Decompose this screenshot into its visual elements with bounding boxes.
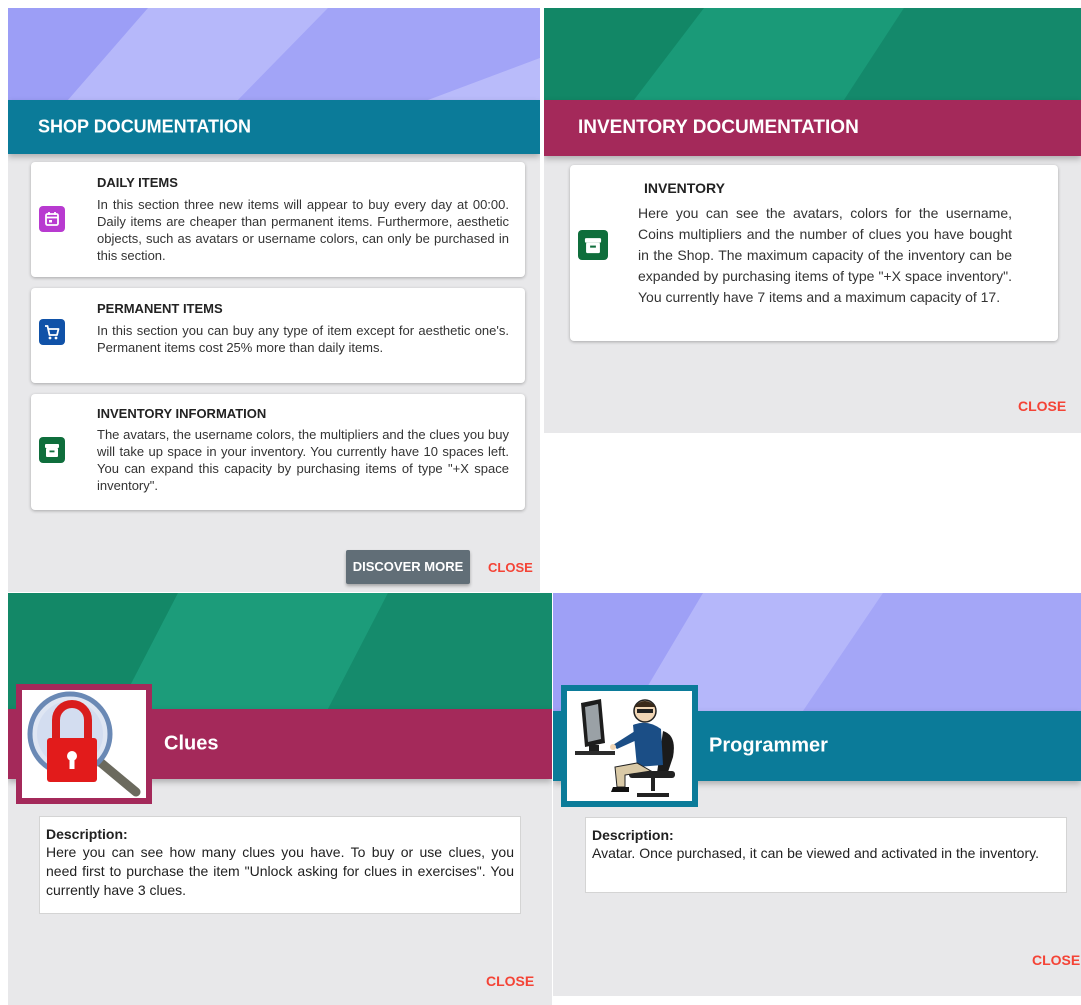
archive-box-icon — [39, 437, 65, 463]
inventory-header-bar: INVENTORY DOCUMENTATION — [544, 100, 1081, 156]
shopping-cart-icon — [39, 319, 65, 345]
description-box: Description: Here you can see how many c… — [39, 816, 521, 914]
inventory-documentation-dialog: INVENTORY DOCUMENTATION INVENTORY Here y… — [544, 8, 1081, 433]
shop-header-bar: SHOP DOCUMENTATION — [8, 100, 540, 154]
description-box: Description: Avatar. Once purchased, it … — [585, 817, 1067, 893]
card-description: In this section three new items will app… — [97, 197, 509, 263]
page-title: SHOP DOCUMENTATION — [38, 116, 252, 137]
close-button[interactable]: CLOSE — [1032, 952, 1080, 968]
permanent-items-card: PERMANENT ITEMS In this section you can … — [31, 288, 525, 383]
description-text: Here you can see how many clues you have… — [46, 844, 514, 898]
item-title: Programmer — [709, 734, 828, 757]
padlock-magnifier-icon — [22, 690, 146, 798]
card-title: DAILY ITEMS — [97, 175, 178, 190]
description-label: Description: — [592, 827, 674, 843]
discover-more-button[interactable]: DISCOVER MORE — [346, 550, 470, 584]
calendar-icon — [39, 206, 65, 232]
hero-banner-green — [544, 8, 1081, 100]
item-title: Clues — [164, 732, 219, 755]
card-title: INVENTORY INFORMATION — [97, 406, 267, 421]
programmer-avatar-icon — [567, 691, 692, 801]
card-description: Here you can see the avatars, colors for… — [638, 205, 1012, 305]
card-title: PERMANENT ITEMS — [97, 301, 223, 316]
daily-items-card: DAILY ITEMS In this section three new it… — [31, 162, 525, 277]
clues-item-dialog: Clues Description: Here you can see how … — [8, 593, 552, 1005]
card-title: INVENTORY — [644, 180, 725, 196]
programmer-item-dialog: Programmer Description: Avatar. Once pur… — [553, 593, 1081, 996]
inventory-information-card: INVENTORY INFORMATION The avatars, the u… — [31, 394, 525, 510]
close-button[interactable]: CLOSE — [486, 973, 534, 989]
card-description: The avatars, the username colors, the mu… — [97, 427, 509, 493]
hero-banner-purple — [8, 8, 540, 100]
archive-box-icon — [578, 230, 608, 260]
close-button[interactable]: CLOSE — [1018, 398, 1066, 414]
shop-documentation-dialog: SHOP DOCUMENTATION DAILY ITEMS In this s… — [8, 8, 540, 592]
page-title: INVENTORY DOCUMENTATION — [578, 117, 859, 138]
programmer-image-frame — [561, 685, 698, 807]
description-text: Avatar. Once purchased, it can be viewed… — [592, 845, 1039, 861]
inventory-card: INVENTORY Here you can see the avatars, … — [570, 165, 1058, 341]
description-label: Description: — [46, 826, 128, 842]
clues-image-frame — [16, 684, 152, 804]
card-description: In this section you can buy any type of … — [97, 323, 509, 355]
close-button[interactable]: CLOSE — [488, 560, 533, 575]
